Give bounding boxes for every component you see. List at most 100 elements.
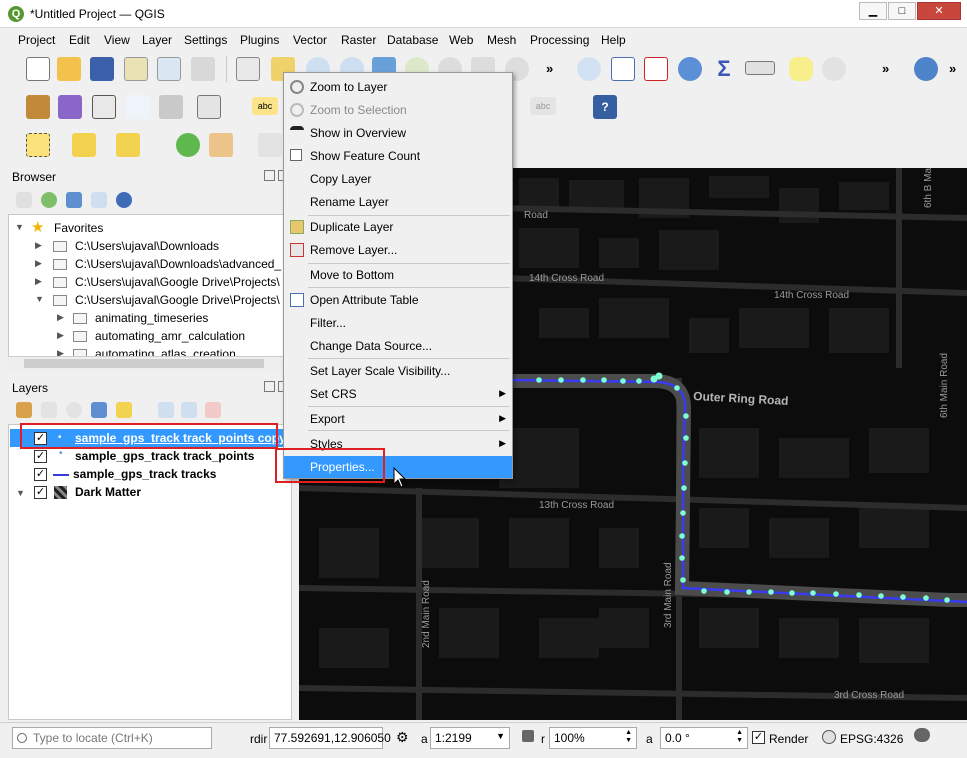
select-by-expression-icon[interactable] xyxy=(72,133,96,157)
open-project-icon[interactable] xyxy=(57,57,81,81)
road-label: Road xyxy=(524,210,548,221)
processing-model-icon[interactable] xyxy=(209,133,233,157)
crs-globe-icon[interactable] xyxy=(822,730,836,744)
filter-legend-icon[interactable] xyxy=(91,402,107,418)
messages-icon[interactable] xyxy=(914,728,930,742)
toolbar-overflow-icon[interactable]: » xyxy=(546,61,553,76)
collapse-all-icon[interactable] xyxy=(181,402,197,418)
menu-item-open-attribute-table[interactable]: Open Attribute Table xyxy=(284,289,512,311)
coordinate-field[interactable]: 77.592691,12.906050 xyxy=(269,727,391,749)
sigma-icon[interactable]: Σ xyxy=(712,57,736,81)
maximize-button[interactable]: □ xyxy=(888,2,916,20)
filter-icon[interactable] xyxy=(66,192,82,208)
attribute-table-icon xyxy=(290,293,304,307)
menu-database[interactable]: Database xyxy=(387,33,438,47)
select-features-icon[interactable] xyxy=(26,133,50,157)
minimize-button[interactable]: ▁ xyxy=(859,2,887,20)
toggle-editing-icon[interactable] xyxy=(125,95,149,119)
locator-icon[interactable] xyxy=(822,57,846,81)
scrollbar-thumb[interactable] xyxy=(24,359,264,368)
expand-all-icon[interactable] xyxy=(158,402,174,418)
layout-manager-icon[interactable] xyxy=(157,57,181,81)
save-project-icon[interactable] xyxy=(90,57,114,81)
lock-scale-icon[interactable] xyxy=(522,730,534,742)
menu-item-copy-layer[interactable]: Copy Layer xyxy=(284,168,512,190)
rotation-spinbox[interactable]: 0.0 ° ▲ ▼ xyxy=(660,727,748,749)
style-manager-icon[interactable] xyxy=(191,57,215,81)
scale-label: a xyxy=(421,732,428,746)
vertex-tool-icon[interactable] xyxy=(197,95,221,119)
menu-item-move-to-bottom[interactable]: Move to Bottom xyxy=(284,264,512,286)
menu-item-export[interactable]: Export ▶ xyxy=(284,408,512,430)
scale-combobox[interactable]: 1:2199 ▼ xyxy=(430,727,510,749)
menu-view[interactable]: View xyxy=(104,33,130,47)
info-icon[interactable] xyxy=(116,192,132,208)
menu-processing[interactable]: Processing xyxy=(530,33,589,47)
menu-mesh[interactable]: Mesh xyxy=(487,33,516,47)
crs-label[interactable]: EPSG:4326 xyxy=(840,732,903,746)
menu-item-set-layer-scale-visibility[interactable]: Set Layer Scale Visibility... xyxy=(284,360,512,382)
new-geopackage-layer-icon[interactable] xyxy=(58,95,82,119)
map-tips-icon[interactable] xyxy=(789,57,813,81)
processing-toolbox-icon[interactable] xyxy=(678,57,702,81)
browser-horizontal-scrollbar[interactable] xyxy=(8,356,292,370)
data-source-manager-icon[interactable] xyxy=(26,95,50,119)
eye-icon[interactable] xyxy=(66,402,82,418)
layer-visibility-checkbox[interactable]: ✓ xyxy=(34,468,47,481)
menu-web[interactable]: Web xyxy=(449,33,473,47)
locator-search-input[interactable]: Type to locate (Ctrl+K) xyxy=(12,727,212,749)
add-layer-icon[interactable] xyxy=(16,192,32,208)
menu-item-duplicate-layer[interactable]: Duplicate Layer xyxy=(284,216,512,238)
star-icon: ★ xyxy=(31,219,45,236)
label-icon[interactable]: abc xyxy=(252,97,278,115)
filter-by-expression-icon[interactable] xyxy=(116,402,132,418)
toolbar-overflow-icon-3[interactable]: » xyxy=(949,61,956,76)
web-plugin-icon[interactable] xyxy=(914,57,938,81)
menu-layer[interactable]: Layer xyxy=(142,33,172,47)
layer-visibility-checkbox[interactable]: ✓ xyxy=(34,486,47,499)
menu-edit[interactable]: Edit xyxy=(69,33,90,47)
menu-item-filter[interactable]: Filter... xyxy=(284,312,512,334)
render-checkbox[interactable]: ✓ xyxy=(752,731,765,744)
measure-line-icon[interactable] xyxy=(745,61,775,75)
deselect-features-icon[interactable] xyxy=(116,133,140,157)
graph-icon[interactable] xyxy=(258,133,282,157)
float-panel-icon[interactable] xyxy=(264,170,275,181)
digitize-icon[interactable] xyxy=(159,95,183,119)
close-button[interactable]: ✕ xyxy=(917,2,961,20)
pan-map-icon[interactable] xyxy=(236,57,260,81)
menu-settings[interactable]: Settings xyxy=(184,33,227,47)
menu-item-show-feature-count[interactable]: Show Feature Count xyxy=(284,145,512,167)
menu-vector[interactable]: Vector xyxy=(293,33,327,47)
collapse-all-icon[interactable] xyxy=(91,192,107,208)
menu-project[interactable]: Project xyxy=(18,33,55,47)
menu-item-rename-layer[interactable]: Rename Layer xyxy=(284,191,512,213)
field-calculator-icon[interactable] xyxy=(176,133,200,157)
magnifier-spinbox[interactable]: 100% ▲ ▼ xyxy=(549,727,637,749)
new-project-icon[interactable] xyxy=(26,57,50,81)
refresh-icon[interactable] xyxy=(41,192,57,208)
toolbar-overflow-icon-2[interactable]: » xyxy=(882,61,889,76)
current-edits-icon[interactable] xyxy=(92,95,116,119)
menu-plugins[interactable]: Plugins xyxy=(240,33,279,47)
attribute-table-icon[interactable] xyxy=(611,57,635,81)
menu-item-show-in-overview[interactable]: Show in Overview xyxy=(284,122,512,144)
layer-visibility-checkbox[interactable]: ✓ xyxy=(34,450,47,463)
submenu-arrow-icon: ▶ xyxy=(499,438,506,448)
menu-raster[interactable]: Raster xyxy=(341,33,376,47)
glasses-icon xyxy=(290,126,304,140)
menu-item-remove-layer[interactable]: Remove Layer... xyxy=(284,239,512,261)
help-icon[interactable]: ? xyxy=(593,95,617,119)
menu-help[interactable]: Help xyxy=(601,33,626,47)
style-layer-icon[interactable] xyxy=(16,402,32,418)
menu-item-set-crs[interactable]: Set CRS ▶ xyxy=(284,383,512,405)
toggle-extents-icon[interactable]: ⚙ xyxy=(396,729,409,746)
remove-layer-icon[interactable] xyxy=(205,402,221,418)
float-panel-icon[interactable] xyxy=(264,381,275,392)
identify-features-icon[interactable] xyxy=(577,57,601,81)
new-print-layout-icon[interactable] xyxy=(124,57,148,81)
statistical-summary-icon[interactable] xyxy=(644,57,668,81)
menu-item-zoom-to-layer[interactable]: Zoom to Layer xyxy=(284,76,512,98)
menu-item-change-data-source[interactable]: Change Data Source... xyxy=(284,335,512,357)
add-group-icon[interactable] xyxy=(41,402,57,418)
